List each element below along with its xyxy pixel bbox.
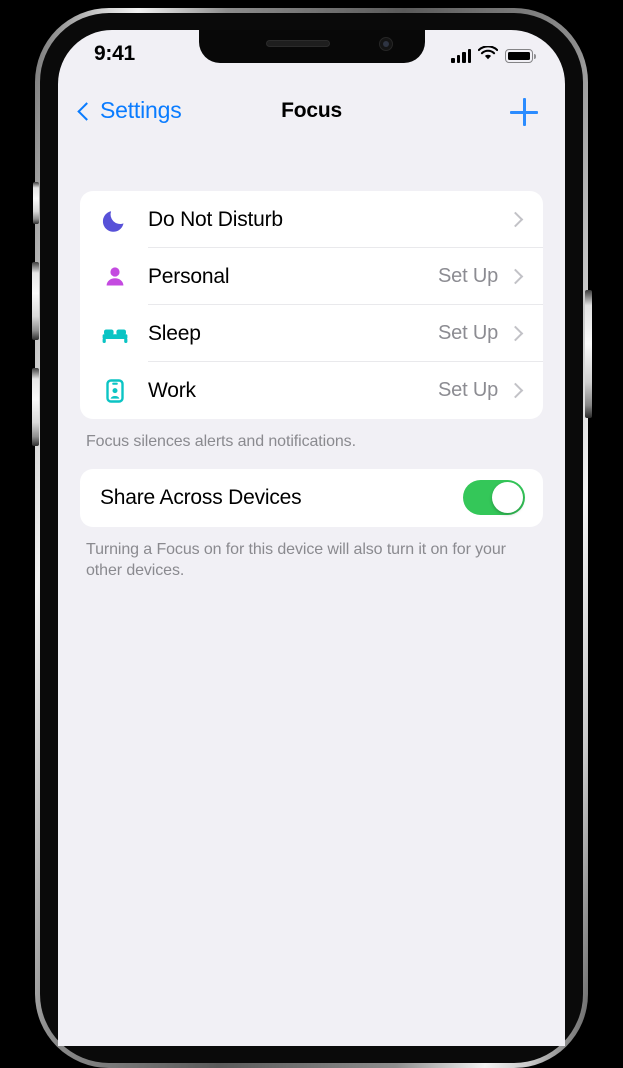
page-title: Focus — [281, 99, 342, 122]
phone-screen: 9:41 Settings Focus Do Not Disturb Perso… — [58, 30, 565, 1046]
focus-row-do-not-disturb[interactable]: Do Not Disturb — [80, 191, 543, 248]
person-icon — [100, 264, 130, 290]
share-across-devices-card: Share Across Devices — [80, 468, 543, 527]
volume-down-button[interactable] — [32, 368, 39, 446]
display-notch — [198, 30, 425, 63]
front-camera-icon — [378, 37, 393, 51]
share-across-devices-toggle[interactable] — [463, 480, 525, 516]
silent-switch-button[interactable] — [33, 182, 39, 224]
focus-row-label: Personal — [148, 264, 230, 288]
focus-row-personal[interactable]: Personal Set Up — [80, 248, 543, 305]
add-focus-button[interactable] — [507, 95, 541, 129]
moon-icon — [100, 207, 130, 233]
focus-list-card: Do Not Disturb Personal Set Up Sleep Set… — [80, 191, 543, 419]
cellular-signal-icon — [451, 49, 471, 63]
bed-icon — [100, 321, 130, 347]
battery-full-icon — [505, 49, 536, 63]
wifi-icon — [477, 45, 499, 66]
share-across-devices-footnote: Turning a Focus on for this device will … — [86, 540, 506, 580]
share-across-devices-label: Share Across Devices — [100, 485, 302, 509]
settings-content: Do Not Disturb Personal Set Up Sleep Set… — [58, 137, 565, 1046]
earpiece-speaker-icon — [265, 40, 330, 47]
focus-list-footnote: Focus silences alerts and notifications. — [86, 433, 356, 450]
toggle-knob — [492, 482, 523, 514]
status-indicators — [451, 45, 536, 66]
focus-row-label: Sleep — [148, 321, 201, 345]
chevron-right-icon — [507, 325, 524, 342]
chevron-right-icon — [507, 211, 524, 228]
chevron-right-icon — [507, 382, 524, 399]
id-badge-icon — [100, 378, 130, 404]
volume-up-button[interactable] — [32, 262, 39, 340]
focus-row-value: Set Up — [438, 265, 498, 287]
status-time: 9:41 — [94, 42, 135, 65]
focus-row-work[interactable]: Work Set Up — [80, 362, 543, 419]
focus-row-label: Do Not Disturb — [148, 207, 283, 231]
focus-row-sleep[interactable]: Sleep Set Up — [80, 305, 543, 362]
navigation-bar: Settings Focus — [58, 85, 565, 137]
chevron-right-icon — [507, 268, 524, 285]
focus-row-value: Set Up — [438, 379, 498, 401]
share-across-devices-row[interactable]: Share Across Devices — [80, 469, 543, 527]
focus-row-label: Work — [148, 378, 196, 402]
focus-row-value: Set Up — [438, 322, 498, 344]
power-button[interactable] — [585, 290, 592, 418]
